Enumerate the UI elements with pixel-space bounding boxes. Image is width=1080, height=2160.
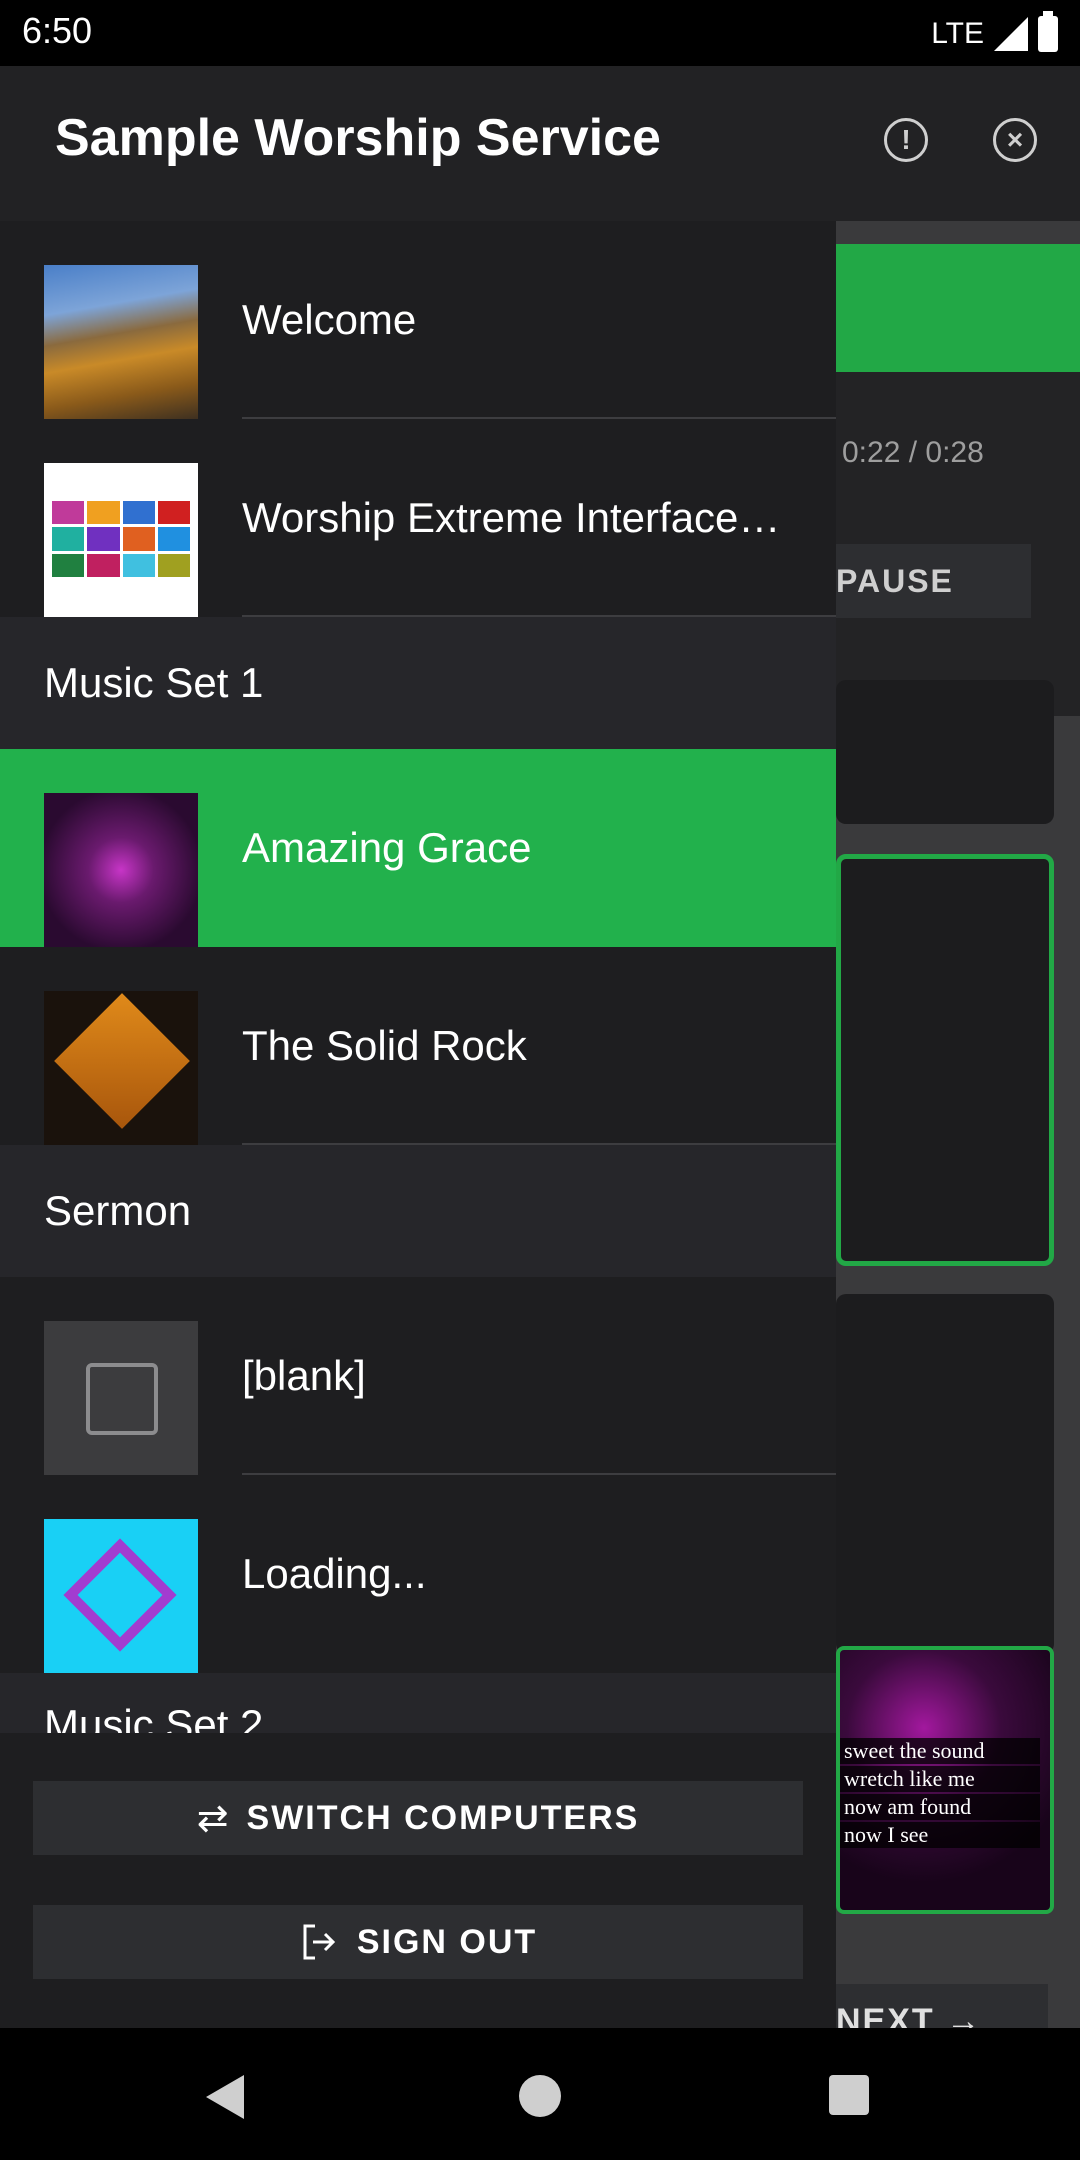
status-bar: 6:50 LTE [0,0,1080,66]
sign-out-button[interactable]: SIGN OUT [33,1905,803,1979]
pause-button[interactable]: PAUSE [836,544,1031,618]
interface-screenshot-thumb [44,463,198,617]
drawer-footer: ⇄ SWITCH COMPUTERS SIGN OUT [0,1753,836,2028]
swap-arrows-icon: ⇄ [196,1797,229,1840]
item-label: Welcome [242,296,417,343]
list-item-blank[interactable]: [blank] [0,1277,836,1475]
lyrics-slide[interactable]: sweet the sound wretch like me now am fo… [836,1646,1054,1914]
sign-out-icon [303,1924,335,1960]
back-icon[interactable] [206,2075,244,2119]
now-playing-bar [836,244,1080,372]
item-label: Loading... [242,1550,427,1597]
list-item-welcome[interactable]: Welcome [0,221,836,419]
home-icon[interactable] [519,2075,561,2117]
section-header-sermon: Sermon [0,1145,836,1277]
section-label: Music Set 2 [44,1701,264,1733]
item-label: Amazing Grace [242,824,532,871]
purple-pattern-thumb [44,793,198,947]
info-icon[interactable]: ! [884,118,928,162]
orange-diamond-thumb [44,991,198,1145]
status-icons: LTE [931,11,1058,56]
section-label: Sermon [44,1187,192,1234]
status-time: 6:50 [22,10,93,51]
list-item-loading[interactable]: Loading... [0,1475,836,1673]
pause-label: PAUSE [836,563,954,599]
network-type: LTE [931,17,984,50]
lyric-line: wretch like me [840,1766,1040,1792]
switch-computers-button[interactable]: ⇄ SWITCH COMPUTERS [33,1781,803,1855]
slide-card-active[interactable] [836,854,1054,1266]
playback-time: 0:22 / 0:28 [842,436,984,469]
service-drawer: Sample Worship Service Welcome Worship E… [0,66,836,2028]
landscape-thumb [44,265,198,419]
cyan-pattern-thumb [44,1519,198,1673]
section-header-music-set-1: Music Set 1 [0,617,836,749]
slide-card[interactable] [836,1294,1054,1654]
item-label: [blank] [242,1352,366,1399]
recents-icon[interactable] [829,2075,869,2115]
blank-thumb [44,1321,198,1475]
drawer-title: Sample Worship Service [55,109,661,167]
lyric-line: now am found [840,1794,1040,1820]
list-item-worship-extreme[interactable]: Worship Extreme Interface… [0,419,836,617]
signal-icon [994,17,1028,51]
sign-out-label: SIGN OUT [356,1922,538,1961]
lyric-line: now I see [840,1822,1040,1848]
slide-card[interactable] [836,680,1054,824]
lyric-line: sweet the sound [840,1738,1040,1764]
item-label: Worship Extreme Interface… [242,494,781,541]
battery-icon [1038,11,1058,52]
list-item-amazing-grace[interactable]: Amazing Grace [0,749,836,947]
close-icon[interactable]: × [993,118,1037,162]
system-nav-bar [0,2028,1080,2160]
section-header-music-set-2: Music Set 2 [0,1673,836,1733]
item-label: The Solid Rock [242,1022,527,1069]
lyrics-text: sweet the sound wretch like me now am fo… [840,1736,1040,1850]
service-item-list[interactable]: Welcome Worship Extreme Interface… Music… [0,221,836,1821]
list-item-solid-rock[interactable]: The Solid Rock [0,947,836,1145]
switch-computers-label: SWITCH COMPUTERS [246,1798,640,1837]
section-label: Music Set 1 [44,659,264,706]
drawer-header: Sample Worship Service [0,66,836,221]
